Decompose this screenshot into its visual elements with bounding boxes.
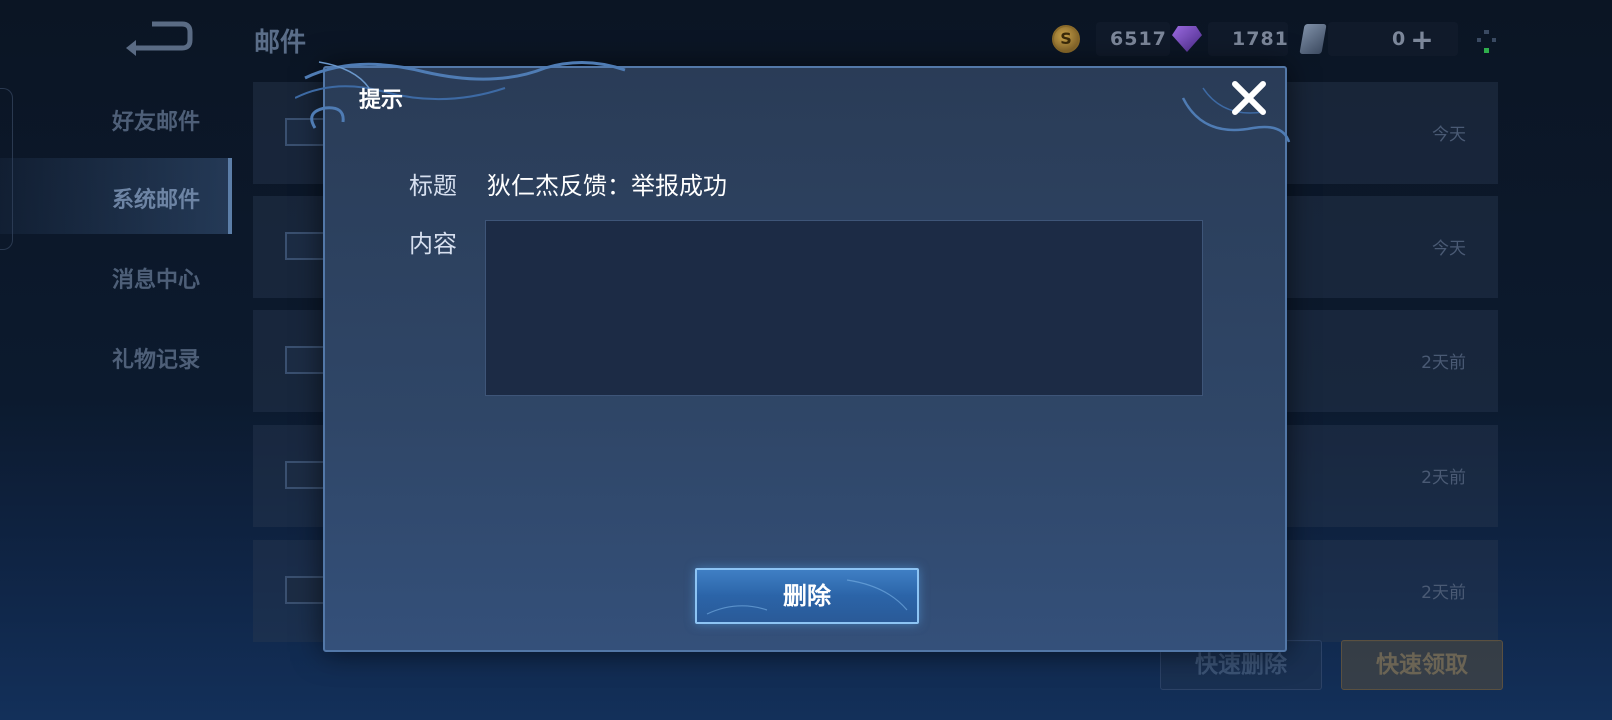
voucher-value: 0 — [1392, 28, 1407, 50]
back-arrow-icon — [126, 21, 193, 56]
sidebar-item-label: 礼物记录 — [112, 348, 201, 373]
sidebar-item-label: 好友邮件 — [112, 110, 201, 135]
page-title: 邮件 — [254, 28, 307, 58]
mail-date: 2天前 — [1421, 468, 1466, 488]
dialog-title: 提示 — [359, 88, 404, 113]
voucher-counter[interactable]: 0 + — [1299, 22, 1434, 56]
mail-date: 今天 — [1432, 125, 1466, 145]
add-voucher-icon[interactable]: + — [1410, 23, 1433, 56]
quick-claim-button[interactable]: 快速领取 — [1341, 640, 1503, 690]
content-label: 内容 — [409, 230, 457, 258]
diamond-value: 1781 — [1232, 28, 1289, 50]
notice-dialog: 提示 标题 狄仁杰反馈：举报成功 内容 删除 — [295, 61, 1291, 652]
sidebar-item-friend-mail[interactable]: 好友邮件 — [0, 80, 232, 156]
sidebar-item-message-center[interactable]: 消息中心 — [0, 238, 232, 314]
envelope-icon — [285, 232, 325, 260]
gold-value: 6517 — [1110, 28, 1167, 50]
gold-counter: S 6517 — [1052, 22, 1167, 56]
voucher-icon — [1299, 24, 1327, 54]
delete-button[interactable]: 删除 — [695, 568, 919, 624]
envelope-icon — [285, 461, 325, 489]
back-button[interactable] — [122, 18, 194, 58]
subject-label: 标题 — [409, 172, 457, 200]
wifi-icon — [1477, 30, 1496, 53]
cloud-ornament-right-icon — [1181, 87, 1291, 143]
mail-date: 今天 — [1432, 239, 1466, 259]
envelope-icon — [285, 576, 325, 604]
sidebar-item-gift-records[interactable]: 礼物记录 — [0, 318, 232, 394]
sidebar-item-system-mail[interactable]: 系统邮件 — [0, 158, 232, 234]
gold-coin-icon: S — [1052, 25, 1080, 53]
sidebar-item-label: 消息中心 — [112, 268, 201, 293]
subject-value: 狄仁杰反馈：举报成功 — [487, 172, 727, 200]
close-icon — [1232, 81, 1266, 115]
delete-button-label: 删除 — [783, 582, 831, 610]
mail-date: 2天前 — [1421, 353, 1466, 373]
close-button[interactable] — [1229, 78, 1269, 118]
sidebar-item-label: 系统邮件 — [112, 188, 201, 213]
cloud-ornament-icon — [295, 61, 626, 129]
diamond-icon — [1172, 26, 1202, 52]
envelope-icon — [285, 346, 325, 374]
content-box — [485, 220, 1203, 396]
mail-date: 2天前 — [1421, 583, 1466, 603]
diamond-counter: 1781 — [1172, 22, 1289, 56]
